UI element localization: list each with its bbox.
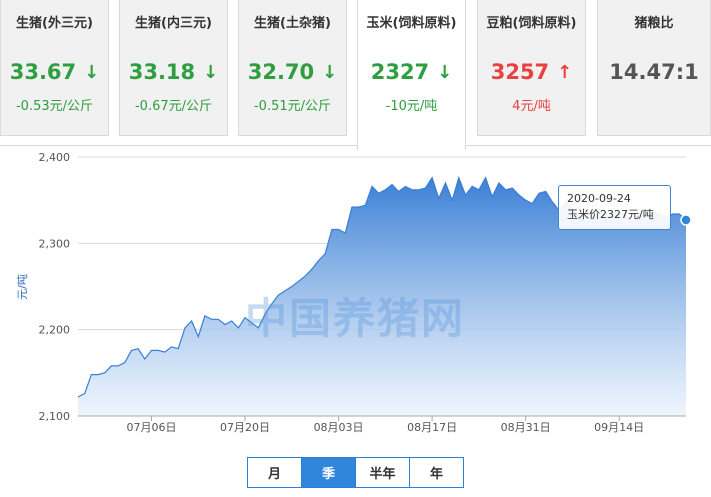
card-price: 2327 ↓ (358, 60, 465, 84)
arrow-down-icon: ↓ (84, 62, 100, 83)
x-tick-label: 08月17日 (407, 421, 457, 434)
x-tick-label: 08月03日 (314, 421, 364, 434)
card-name: 豆粕(饲料原料) (486, 16, 577, 31)
card-price-value: 14.47:1 (609, 60, 699, 84)
card-change: -0.67元/公斤 (134, 99, 213, 114)
card-name: 猪粮比 (634, 16, 674, 31)
card-change: -0.51元/公斤 (253, 99, 332, 114)
card-name: 生猪(土杂猪) (254, 16, 331, 31)
card-name: 生猪(内三元) (135, 16, 212, 31)
arrow-up-icon: ↑ (557, 62, 573, 83)
chart-tooltip: 2020-09-24 玉米价2327元/吨 (558, 185, 671, 230)
price-card[interactable]: 生猪(内三元) 33.18 ↓ -0.67元/公斤 (119, 0, 228, 136)
tooltip-date: 2020-09-24 (567, 192, 631, 205)
arrow-down-icon: ↓ (203, 62, 219, 83)
price-card[interactable]: 豆粕(饲料原料) 3257 ↑ 4元/吨 (477, 0, 586, 136)
x-tick-label: 09月14日 (594, 421, 644, 434)
arrow-down-icon: ↓ (437, 62, 453, 83)
watermark: 中国养猪网 (245, 294, 466, 343)
period-button[interactable]: 年 (410, 458, 463, 487)
y-tick-label: 2,400 (39, 151, 71, 164)
y-tick-label: 2,200 (39, 324, 71, 337)
period-button[interactable]: 月 (248, 458, 302, 487)
price-card[interactable]: 生猪(外三元) 33.67 ↓ -0.53元/公斤 (0, 0, 109, 136)
card-change: -10元/吨 (385, 99, 438, 114)
card-price: 33.67 ↓ (1, 60, 108, 84)
card-name: 玉米(饲料原料) (366, 16, 457, 31)
data-point-marker (680, 214, 692, 226)
y-axis-label: 元/吨 (16, 274, 29, 300)
y-tick-label: 2,100 (39, 410, 71, 423)
card-price-value: 2327 (370, 60, 430, 84)
tooltip-value: 玉米价2327元/吨 (567, 208, 654, 221)
card-price-value: 32.70 (247, 60, 315, 84)
card-price: 33.18 ↓ (120, 60, 227, 84)
period-button[interactable]: 半年 (356, 458, 410, 487)
card-price: 32.70 ↓ (239, 60, 346, 84)
card-name: 生猪(外三元) (16, 16, 93, 31)
price-card[interactable]: 生猪(土杂猪) 32.70 ↓ -0.51元/公斤 (238, 0, 347, 136)
arrow-down-icon: ↓ (322, 62, 338, 83)
card-change: 4元/吨 (512, 99, 551, 114)
period-button[interactable]: 季 (302, 458, 356, 487)
x-tick-label: 07月06日 (126, 421, 176, 434)
x-tick-label: 08月31日 (501, 421, 551, 434)
card-price: 14.47:1 (598, 60, 710, 84)
tab-divider (0, 145, 711, 146)
y-tick-label: 2,300 (39, 237, 71, 250)
period-selector: 月季半年年 (247, 457, 464, 488)
card-price-value: 33.67 (9, 60, 77, 84)
card-price-value: 3257 (490, 60, 550, 84)
card-change: -0.53元/公斤 (15, 99, 94, 114)
card-price: 3257 ↑ (478, 60, 585, 84)
price-card[interactable]: 玉米(饲料原料) 2327 ↓ -10元/吨 (357, 0, 466, 150)
x-tick-label: 07月20日 (220, 421, 270, 434)
price-card[interactable]: 猪粮比 14.47:1 (597, 0, 711, 136)
price-cards: 生猪(外三元) 33.67 ↓ -0.53元/公斤 生猪(内三元) 33.18 ↓ -0.67… (0, 0, 711, 150)
card-price-value: 33.18 (128, 60, 196, 84)
